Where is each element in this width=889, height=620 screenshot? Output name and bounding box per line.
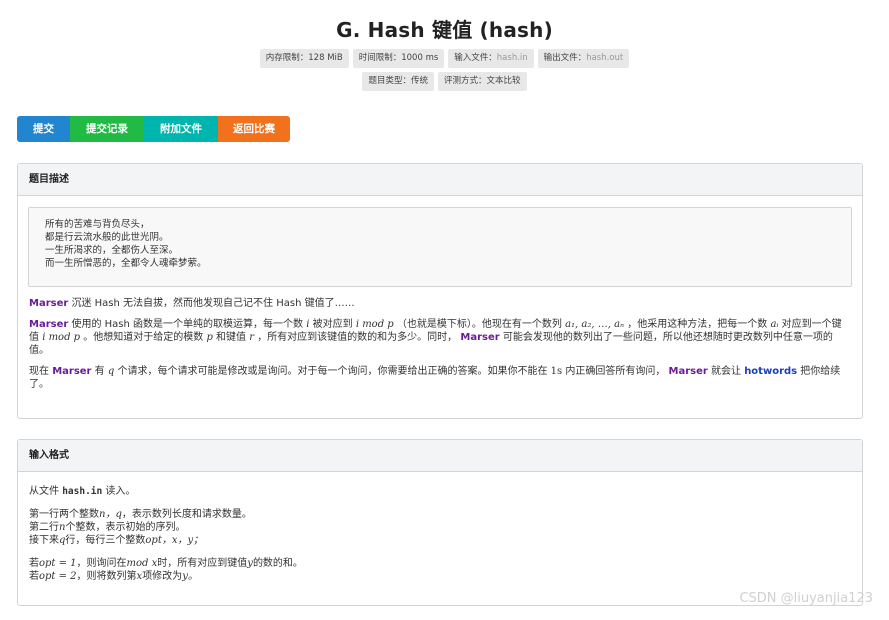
poem-line: 一生所渴求的，全都伤人至深。 xyxy=(45,245,179,256)
input-line-file: 从文件 hash.in 读入。 xyxy=(29,486,136,497)
marser-name: Marser xyxy=(52,366,92,377)
limits-row: 内存限制：128 MiB 时间限制：1000 ms 输入文件：hash.in 输… xyxy=(0,49,889,68)
input-format-panel: 输入格式 从文件 hash.in 读入。 第一行两个整数n，q，表示数列长度和请… xyxy=(17,439,863,606)
description-heading: 题目描述 xyxy=(18,164,862,196)
input-format-heading: 输入格式 xyxy=(18,440,862,472)
input-line: 接下来q行，每行三个整数opt，x，y； xyxy=(29,535,204,546)
problem-type-label: 题目类型：传统 xyxy=(362,72,434,91)
marser-name: Marser xyxy=(29,319,69,330)
input-line: 若opt = 1，则询问在mod x时，所有对应到键值y的数的和。 xyxy=(29,558,303,569)
hotwords-name: hotwords xyxy=(744,366,798,377)
judge-method-label: 评测方式：文本比较 xyxy=(438,72,527,91)
description-panel: 题目描述 所有的苦难与背负尽头， 都是行云流水般的此世光阴。 一生所渴求的，全都… xyxy=(17,163,863,419)
input-line: 第一行两个整数n，q，表示数列长度和请求数量。 xyxy=(29,509,252,520)
input-file-label: 输入文件：hash.in xyxy=(448,49,534,68)
output-file-label: 输出文件：hash.out xyxy=(537,49,630,68)
attached-files-button[interactable]: 附加文件 xyxy=(144,116,218,142)
back-to-contest-button[interactable]: 返回比赛 xyxy=(218,116,290,142)
poem-line: 而一生所憎恶的，全都令人魂牵梦萦。 xyxy=(45,258,207,269)
input-line: 若opt = 2，则将数列第x项修改为y。 xyxy=(29,571,198,582)
marser-name: Marser xyxy=(460,332,500,343)
description-paragraph-1: Marser 沉迷 Hash 无法自拔，然而他发现自己记不住 Hash 键值了…… xyxy=(29,298,355,309)
submission-records-button[interactable]: 提交记录 xyxy=(70,116,144,142)
poem-block: 所有的苦难与背负尽头， 都是行云流水般的此世光阴。 一生所渴求的，全都伤人至深。… xyxy=(28,207,852,287)
input-filename: hash.in xyxy=(62,486,103,497)
time-limit-label: 时间限制：1000 ms xyxy=(352,49,445,68)
marser-name: Marser xyxy=(29,298,69,309)
action-buttons: 提交 提交记录 附加文件 返回比赛 xyxy=(17,116,290,142)
description-paragraph-2: Marser 使用的 Hash 函数是一个单纯的取模运算，每一个数 i 被对应到… xyxy=(29,319,842,356)
page-title: G. Hash 键值 (hash) xyxy=(336,18,553,42)
input-ops-block: 若opt = 1，则询问在mod x时，所有对应到键值y的数的和。 若opt =… xyxy=(29,557,851,583)
memory-limit-label: 内存限制：128 MiB xyxy=(259,49,349,68)
poem-line: 所有的苦难与背负尽头， xyxy=(45,219,150,230)
input-line: 第二行n个整数，表示初始的序列。 xyxy=(29,522,186,533)
type-row: 题目类型：传统 评测方式：文本比较 xyxy=(0,72,889,91)
marser-name: Marser xyxy=(668,366,708,377)
description-paragraph-3: 现在 Marser 有 q 个请求，每个请求可能是修改或是询问。对于每一个询问，… xyxy=(29,366,841,390)
poem-line: 都是行云流水般的此世光阴。 xyxy=(45,232,169,243)
submit-button[interactable]: 提交 xyxy=(17,116,70,142)
input-lines-block: 第一行两个整数n，q，表示数列长度和请求数量。 第二行n个整数，表示初始的序列。… xyxy=(29,508,851,547)
csdn-watermark: CSDN @liuyanjia123 xyxy=(739,591,873,606)
